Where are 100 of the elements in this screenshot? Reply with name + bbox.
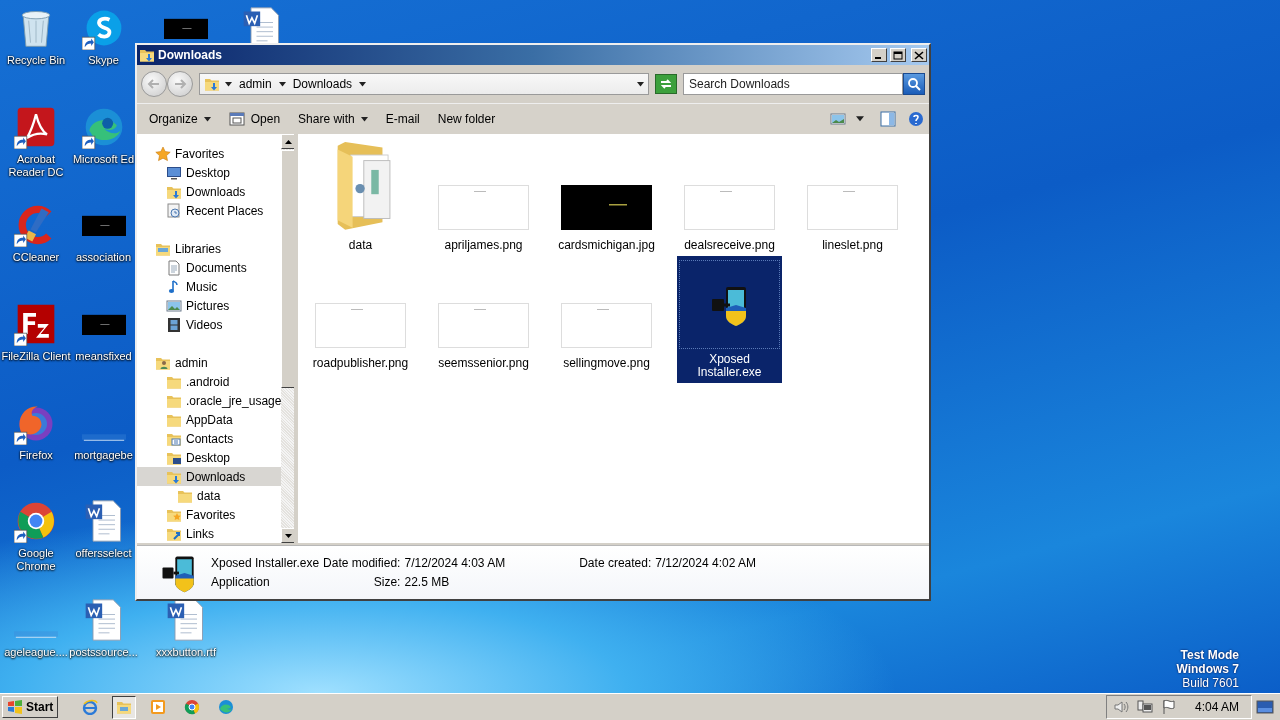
breadcrumb[interactable]: admin <box>237 77 274 91</box>
os-notice-text: Windows 7 <box>1176 662 1239 676</box>
file-item[interactable]: sellingmove.png <box>554 256 659 374</box>
media-player-icon <box>150 699 167 715</box>
forward-arrow-icon <box>173 77 187 91</box>
scroll-up-icon[interactable] <box>285 139 293 144</box>
close-button[interactable] <box>911 48 927 62</box>
detail-label: Size: <box>372 575 401 589</box>
address-bar[interactable]: admin Downloads <box>199 73 649 95</box>
help-button[interactable] <box>907 110 925 128</box>
image-thumbnail-icon <box>437 303 530 349</box>
nav-item[interactable]: .oracle_jre_usage <box>137 391 282 410</box>
image-icon <box>830 111 846 127</box>
nav-item[interactable]: Desktop <box>137 448 282 467</box>
caret-icon <box>225 81 232 87</box>
desktop-icon-label[interactable]: offersselect <box>75 547 132 561</box>
file-item[interactable]: data <box>308 138 413 256</box>
desktop-icon-label[interactable]: Firefox <box>19 448 53 462</box>
nav-item[interactable]: Favorites <box>137 144 282 163</box>
image-thumbnail-icon <box>314 303 407 349</box>
forward-button[interactable] <box>167 71 193 97</box>
flag-icon[interactable] <box>1160 699 1177 715</box>
back-arrow-icon <box>147 77 161 91</box>
close-icon <box>914 50 924 60</box>
browser-circle-icon <box>184 699 201 715</box>
start-button[interactable]: Start <box>2 696 59 718</box>
nav-item[interactable]: AppData <box>137 410 282 429</box>
caret-icon <box>203 116 211 122</box>
image-thumbnail-icon <box>437 185 530 231</box>
detail-label: Date created: <box>579 556 652 570</box>
nav-item[interactable]: Libraries <box>137 239 282 258</box>
breadcrumb[interactable]: Downloads <box>290 77 355 91</box>
desktop-icon-label[interactable]: FileZilla Client <box>1 349 71 363</box>
nav-item[interactable]: data <box>137 486 282 505</box>
nav-item[interactable]: Links <box>137 524 282 543</box>
desktop-icon-label[interactable]: Acrobat Reader DC <box>1 152 71 179</box>
nav-item[interactable]: Documents <box>137 258 282 277</box>
desktop-icon-label[interactable]: mortgagebe <box>74 448 133 462</box>
clock[interactable]: 4:04 AM <box>1194 700 1239 714</box>
help-icon <box>908 111 924 127</box>
os-notice-text: Build 7601 <box>1182 676 1239 690</box>
desktop-icon-label[interactable]: CCleaner <box>12 251 60 265</box>
taskbar-app-button[interactable] <box>112 695 137 719</box>
file-item[interactable]: apriljames.png <box>431 138 536 256</box>
refresh-icon <box>659 78 673 90</box>
document-icon <box>166 259 182 276</box>
window-title: Downloads <box>158 48 223 62</box>
image-thumbnail-icon <box>683 185 776 231</box>
star-icon <box>155 145 171 162</box>
file-item[interactable]: dealsreceive.png <box>677 138 782 256</box>
file-item[interactable]: roadpublisher.png <box>308 256 413 374</box>
desktop-icon-label[interactable]: meansfixed <box>75 349 132 363</box>
browser-e-icon <box>82 699 99 715</box>
file-type: Application <box>211 575 271 589</box>
show-desktop-icon[interactable] <box>1256 699 1274 715</box>
toolbar-button[interactable]: Open <box>220 109 289 129</box>
nav-item[interactable]: Pictures <box>137 296 282 315</box>
file-item[interactable]: lineslet.png <box>800 138 905 256</box>
windows-flag-icon <box>7 700 23 714</box>
file-item[interactable]: Xposed Installer.exe <box>677 256 782 383</box>
desktop-icon-label[interactable]: Microsoft Ed <box>72 152 135 166</box>
nav-item[interactable]: Desktop <box>137 163 282 182</box>
preview-pane-icon <box>880 111 896 127</box>
toolbar-button[interactable]: Share with <box>290 109 376 129</box>
desktop-icon-label[interactable]: Recycle Bin <box>6 54 66 67</box>
minimize-icon <box>875 56 881 59</box>
nav-item[interactable]: Favorites <box>137 505 282 524</box>
nav-item[interactable]: Downloads <box>137 182 282 201</box>
nav-item[interactable]: .android <box>137 372 282 391</box>
nav-item[interactable]: admin <box>137 353 282 372</box>
folder-download-icon <box>139 47 155 63</box>
preview-pane-button[interactable] <box>879 110 897 128</box>
nav-item[interactable]: Recent Places <box>137 201 282 220</box>
minimize-button[interactable] <box>871 48 887 62</box>
desktop-icon-label[interactable]: association <box>75 251 131 265</box>
search-button[interactable] <box>903 73 925 95</box>
caret-icon <box>360 116 368 122</box>
search-icon <box>907 77 921 91</box>
nav-item[interactable]: Music <box>137 277 282 296</box>
refresh-button[interactable] <box>655 74 677 94</box>
scroll-down-icon[interactable] <box>285 533 293 538</box>
toolbar-button[interactable]: Organize <box>141 109 219 129</box>
search-field[interactable]: Search Downloads <box>683 73 903 95</box>
file-item[interactable]: cardsmichigan.jpg <box>554 138 659 256</box>
desktop-icon-label[interactable]: Skype <box>88 54 119 67</box>
nav-item[interactable]: Videos <box>137 315 282 334</box>
maximize-button[interactable] <box>890 48 906 62</box>
caret-icon <box>359 81 367 87</box>
nav-item[interactable]: Downloads <box>137 467 282 486</box>
folder-icon <box>116 699 133 715</box>
maximize-icon <box>893 50 903 60</box>
toolbar-button[interactable]: New folder <box>429 109 504 129</box>
volume-icon[interactable] <box>1112 699 1129 715</box>
network-icon[interactable] <box>1136 699 1153 715</box>
file-item[interactable]: seemssenior.png <box>431 256 536 374</box>
nav-item[interactable]: Contacts <box>137 429 282 448</box>
toolbar-button[interactable]: E-mail <box>377 109 428 129</box>
desktop-icon-label[interactable]: Google Chrome <box>1 547 71 574</box>
caret-icon <box>856 116 864 122</box>
window-icon <box>228 112 245 126</box>
